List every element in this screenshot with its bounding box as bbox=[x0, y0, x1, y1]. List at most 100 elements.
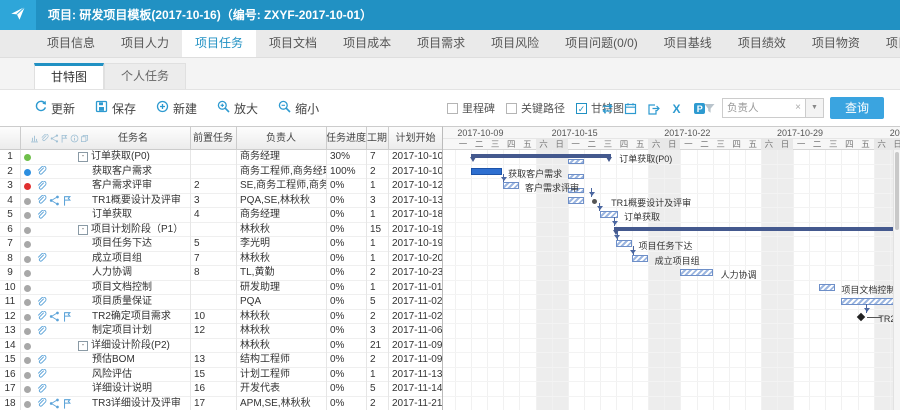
chart-icon[interactable] bbox=[30, 134, 39, 143]
gantt-row[interactable]: 获取客户需求 bbox=[443, 165, 893, 180]
tab-gantt[interactable]: 甘特图 bbox=[34, 63, 105, 89]
col-header-duration[interactable]: 工期 bbox=[366, 127, 388, 150]
flag-icon[interactable] bbox=[60, 134, 69, 143]
col-header-task-name[interactable]: 任务名 bbox=[76, 127, 190, 150]
task-name-cell[interactable]: 人力协调 bbox=[76, 266, 206, 281]
table-row[interactable]: 8 成立项目组 7 林秋秋 0% 1 2017-10-20 bbox=[0, 251, 442, 266]
checkbox[interactable] bbox=[506, 102, 517, 114]
gantt-row[interactable] bbox=[443, 382, 893, 397]
owner-filter-select[interactable]: 负责人 × bbox=[722, 98, 806, 118]
table-row[interactable]: 10 项目文档控制 研发助理 0% 1 2017-11-01 bbox=[0, 280, 442, 296]
task-name-cell[interactable]: 详细设计说明 bbox=[76, 382, 206, 397]
nav-item-7[interactable]: 项目风险 bbox=[478, 30, 552, 57]
attach-icon[interactable] bbox=[36, 209, 47, 221]
gantt-row[interactable] bbox=[443, 324, 893, 339]
table-row[interactable]: 4 TR1概要设计及评审 3 PQA,SE,林秋秋 0% 3 2017-10-13 bbox=[0, 193, 442, 209]
attach-icon[interactable] bbox=[36, 383, 47, 395]
tab-personal-tasks[interactable]: 个人任务 bbox=[104, 63, 187, 89]
branch-icon[interactable] bbox=[50, 134, 59, 143]
gantt-row[interactable]: 客户需求评审 bbox=[443, 179, 893, 194]
table-row[interactable]: 18 TR3详细设计及评审 17 APM,SE,林秋秋 0% 2 2017-11-21 bbox=[0, 396, 442, 410]
task-name-cell[interactable]: TR3详细设计及评审 bbox=[76, 397, 206, 410]
gantt-row[interactable]: TR2确定项目需求 bbox=[443, 310, 893, 325]
task-name-cell[interactable]: 订单获取 bbox=[76, 208, 206, 223]
gantt-row[interactable]: 订单获取 bbox=[443, 208, 893, 223]
chevron-down-icon[interactable]: ▼ bbox=[806, 98, 824, 118]
gantt-body[interactable]: 订单获取(P0) 获取客户需求 客户需求评审 TR1概要设计及评审 订单获取 项目任务下达… bbox=[443, 150, 893, 410]
task-name-cell[interactable]: - 项目计划阶段（P1） bbox=[76, 223, 192, 238]
task-name-cell[interactable]: 项目质量保证 bbox=[76, 295, 206, 310]
col-header-owner[interactable]: 负责人 bbox=[236, 127, 326, 150]
nav-item-1[interactable]: 项目信息 bbox=[34, 30, 108, 57]
table-row[interactable]: 12 TR2确定项目需求 10 林秋秋 0% 2 2017-11-02 bbox=[0, 309, 442, 324]
clear-filter-icon[interactable]: × bbox=[795, 99, 801, 117]
attach-icon[interactable] bbox=[36, 398, 47, 409]
summary-bar[interactable] bbox=[470, 154, 613, 162]
nav-item-9[interactable]: 项目基线 bbox=[651, 30, 725, 57]
toolbar-button[interactable]: 放大 bbox=[217, 100, 258, 117]
flag-icon[interactable] bbox=[62, 195, 73, 206]
export-icon[interactable] bbox=[647, 102, 660, 115]
branch-icon[interactable] bbox=[49, 195, 60, 206]
table-row[interactable]: 7 项目任务下达 5 李光明 0% 1 2017-10-19 bbox=[0, 237, 442, 252]
table-row[interactable]: 16 风险评估 15 计划工程师 0% 1 2017-11-13 bbox=[0, 367, 442, 383]
task-name-cell[interactable]: 客户需求评审 bbox=[76, 179, 206, 194]
toolbar-button[interactable]: 保存 bbox=[95, 100, 136, 117]
attach-icon[interactable] bbox=[36, 195, 47, 206]
nav-item-4[interactable]: 项目文档 bbox=[256, 30, 330, 57]
gantt-row[interactable] bbox=[443, 339, 893, 354]
col-header-predecessor[interactable]: 前置任务 bbox=[190, 127, 236, 150]
checkbox-item[interactable]: 关键路径 bbox=[506, 100, 565, 116]
checkbox-checked[interactable]: ✓ bbox=[576, 102, 587, 114]
collapse-toggle[interactable]: - bbox=[78, 152, 88, 162]
branch-icon[interactable] bbox=[49, 311, 60, 322]
table-row[interactable]: 11 项目质量保证 PQA 0% 5 2017-11-02 bbox=[0, 295, 442, 310]
attach-icon[interactable] bbox=[36, 166, 47, 177]
nav-item-12[interactable]: 项目报表 bbox=[873, 30, 900, 57]
flag-icon[interactable] bbox=[62, 398, 73, 409]
gantt-row[interactable]: 项目任务下达 bbox=[443, 237, 893, 252]
table-row[interactable]: 3 客户需求评审 2 SE,商务工程师,商务经理 0% 1 2017-10-12 bbox=[0, 179, 442, 194]
task-name-cell[interactable]: 项目文档控制 bbox=[76, 281, 206, 296]
task-name-cell[interactable]: 项目任务下达 bbox=[76, 237, 206, 252]
col-header-progress[interactable]: 任务进度 bbox=[326, 127, 366, 150]
table-row[interactable]: 2 获取客户需求 商务工程师,商务经理 100% 2 2017-10-10 bbox=[0, 164, 442, 179]
scrollbar-thumb[interactable] bbox=[895, 152, 899, 230]
table-row[interactable]: 15 预估BOM 13 结构工程师 0% 2 2017-11-09 bbox=[0, 353, 442, 368]
attach-icon[interactable] bbox=[40, 134, 49, 143]
task-name-cell[interactable]: TR1概要设计及评审 bbox=[76, 194, 206, 209]
attach-icon[interactable] bbox=[36, 354, 47, 366]
table-row[interactable]: 9 人力协调 8 TL,黄勤 0% 2 2017-10-23 bbox=[0, 266, 442, 281]
gantt-row[interactable] bbox=[443, 295, 893, 310]
collapse-toggle[interactable]: - bbox=[78, 224, 88, 235]
task-name-cell[interactable]: - 详细设计阶段(P2) bbox=[76, 339, 192, 354]
nav-item-8[interactable]: 项目问题(0/0) bbox=[552, 30, 651, 57]
task-name-cell[interactable]: - 订单获取(P0) bbox=[76, 150, 192, 165]
attach-icon[interactable] bbox=[36, 369, 47, 380]
toolbar-button[interactable]: 更新 bbox=[34, 100, 75, 117]
gantt-row[interactable] bbox=[443, 223, 893, 238]
swap-icon[interactable] bbox=[601, 102, 614, 115]
gantt-row[interactable]: 项目文档控制 bbox=[443, 281, 893, 296]
planned-task-bar[interactable] bbox=[680, 269, 713, 276]
attach-icon[interactable] bbox=[36, 296, 47, 308]
nav-item-10[interactable]: 项目绩效 bbox=[725, 30, 799, 57]
gantt-row[interactable] bbox=[443, 353, 893, 368]
summary-bar[interactable] bbox=[613, 226, 893, 235]
gantt-row[interactable]: 成立项目组 bbox=[443, 252, 893, 267]
nav-item-3[interactable]: 项目任务 bbox=[182, 30, 257, 57]
task-bar[interactable] bbox=[471, 167, 502, 175]
table-row[interactable]: 6 - 项目计划阶段（P1） 林秋秋 0% 15 2017-10-19 bbox=[0, 222, 442, 238]
task-name-cell[interactable]: 风险评估 bbox=[76, 368, 206, 383]
nav-item-5[interactable]: 项目成本 bbox=[330, 30, 404, 57]
checkbox[interactable] bbox=[447, 102, 458, 114]
branch-icon[interactable] bbox=[49, 398, 60, 409]
nav-item-2[interactable]: 项目人力 bbox=[108, 30, 182, 57]
collapse-toggle[interactable]: - bbox=[78, 340, 88, 351]
attach-icon[interactable] bbox=[36, 311, 47, 322]
table-row[interactable]: 14 - 详细设计阶段(P2) 林秋秋 0% 21 2017-11-09 bbox=[0, 338, 442, 354]
table-row[interactable]: 5 订单获取 4 商务经理 0% 1 2017-10-18 bbox=[0, 208, 442, 223]
gantt-row[interactable]: 人力协调 bbox=[443, 266, 893, 281]
planned-task-bar[interactable] bbox=[818, 283, 835, 291]
gantt-row[interactable] bbox=[443, 397, 893, 410]
